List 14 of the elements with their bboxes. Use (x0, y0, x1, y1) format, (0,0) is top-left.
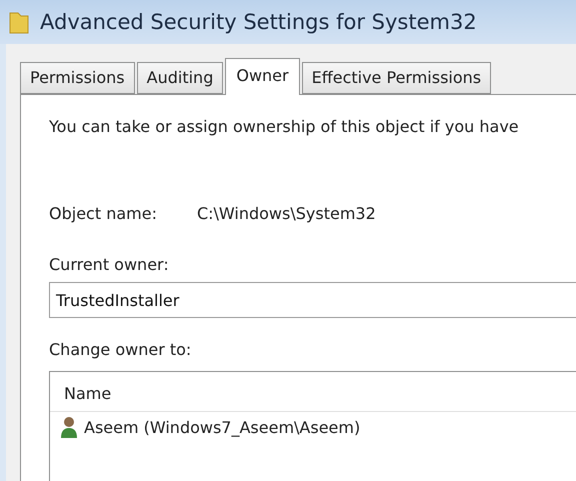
tab[interactable]: Owner (225, 58, 300, 95)
tab[interactable]: Permissions (20, 62, 135, 94)
tab[interactable]: Auditing (136, 62, 224, 94)
object-path: C:\Windows\System32 (196, 204, 376, 223)
field-label: Object name: (49, 204, 157, 223)
column-header[interactable]: Name (50, 372, 576, 412)
tab[interactable]: Effective Permissions (302, 62, 492, 94)
list-item[interactable]: Aseem (Windows7_Aseem\Aseem) (50, 412, 576, 442)
field-label: Change owner to: (49, 340, 192, 359)
user-icon (60, 416, 78, 438)
field-label: Current owner: (49, 255, 170, 274)
window-title: Advanced Security Settings for System32 (40, 10, 477, 34)
description-text: You can take or assign ownership of this object if you have (49, 117, 520, 136)
owner-field[interactable]: TrustedInstaller (49, 282, 576, 318)
